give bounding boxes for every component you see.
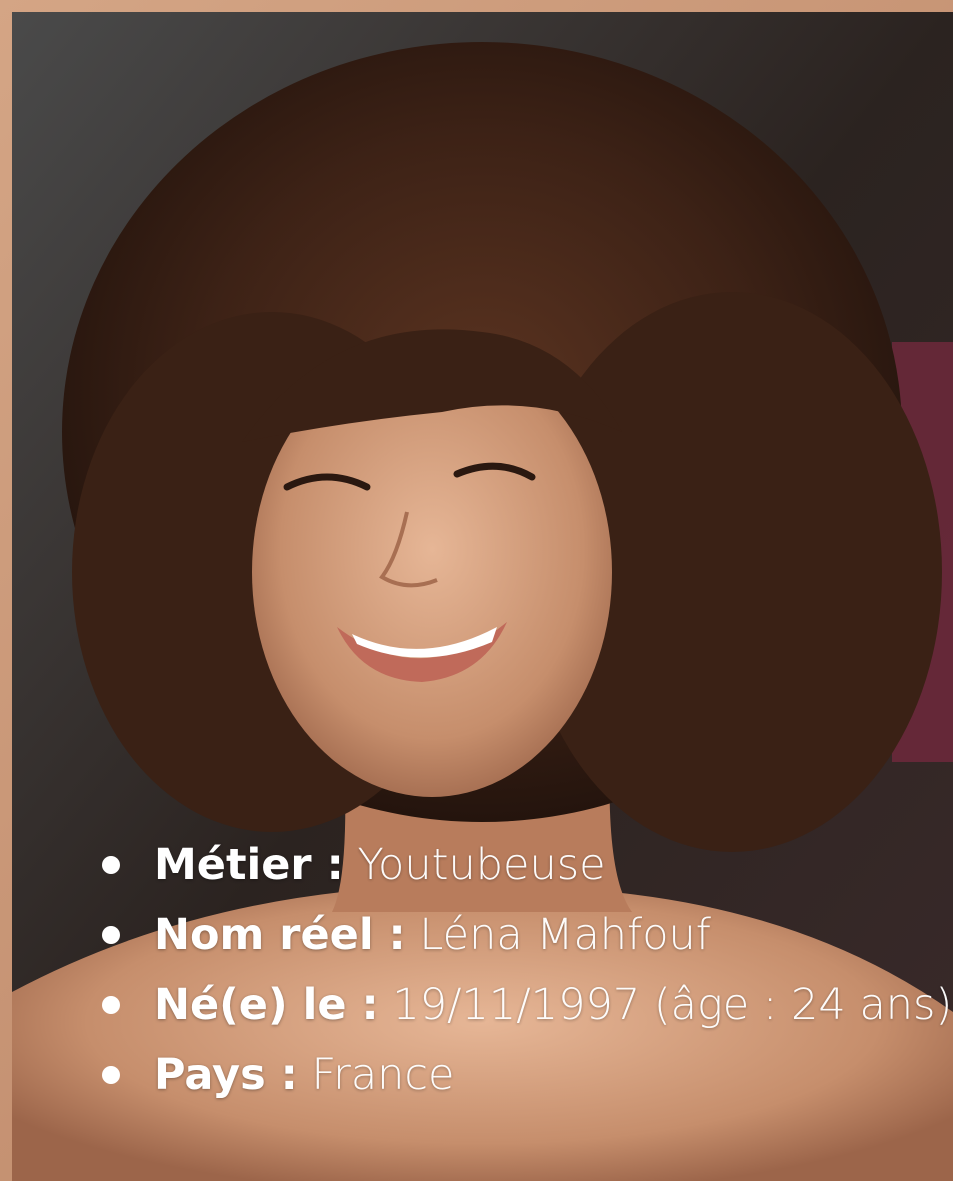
birth-date-label: Né(e) le : [154, 980, 379, 1030]
real-name-label: Nom réel : [154, 910, 406, 960]
real-name-value: Léna Mahfouf [419, 910, 711, 960]
profile-item-real-name: Nom réel : Léna Mahfouf [102, 900, 953, 970]
profile-item-country: Pays : France [102, 1040, 953, 1110]
image-frame: Métier : Youtubeuse Nom réel : Léna Mahf… [0, 0, 953, 1181]
profile-item-birth-date: Né(e) le : 19/11/1997 (âge : 24 ans) [102, 970, 953, 1040]
birth-date-value: 19/11/1997 (âge : 24 ans) [392, 980, 953, 1030]
country-value: France [311, 1050, 455, 1100]
profile-info-list: Métier : Youtubeuse Nom réel : Léna Mahf… [100, 830, 953, 1110]
job-label: Métier : [154, 840, 344, 890]
profile-item-job: Métier : Youtubeuse [102, 830, 953, 900]
country-label: Pays : [154, 1050, 298, 1100]
job-value: Youtubeuse [357, 840, 606, 890]
